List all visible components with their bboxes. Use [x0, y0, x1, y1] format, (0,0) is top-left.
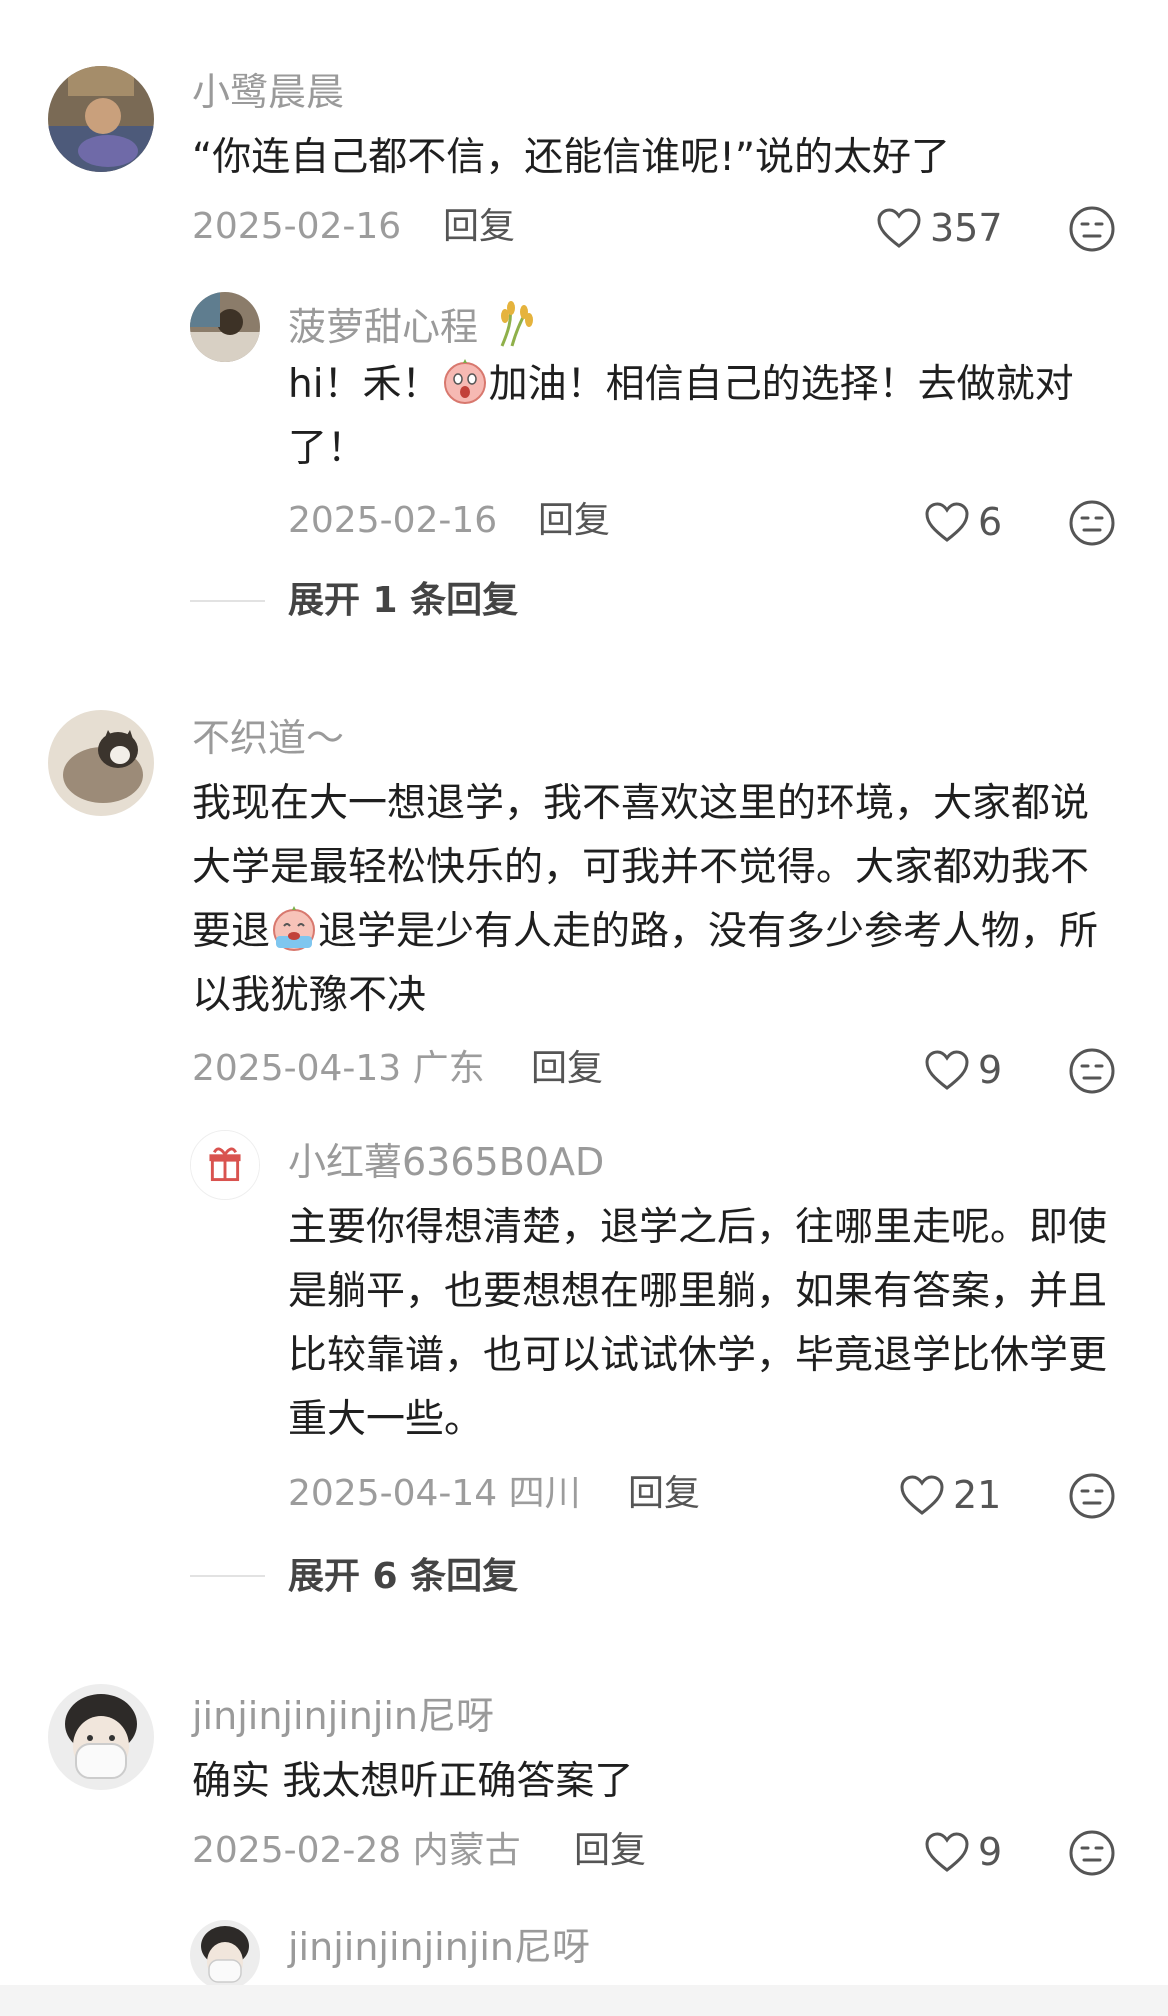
rice-icon: [490, 300, 540, 350]
reply-button[interactable]: 回复: [531, 1051, 603, 1087]
dislike-button[interactable]: [1068, 1472, 1116, 1520]
like-count: 9: [978, 1048, 1003, 1092]
crying-face-emoji: [270, 904, 318, 952]
comment-date: 2025-04-13 广东: [192, 1048, 485, 1089]
like-button[interactable]: 357: [876, 204, 1003, 252]
dislike-button[interactable]: [1068, 205, 1116, 253]
like-button[interactable]: 21: [899, 1471, 1001, 1519]
comment-date: 2025-02-28 内蒙古: [192, 1830, 521, 1871]
reply-text: hi！禾！ 加油！相信自己的选择！去做就对了！: [288, 353, 1114, 481]
avatar[interactable]: [48, 710, 154, 816]
like-button[interactable]: 9: [924, 1828, 1002, 1876]
bottom-edge: [0, 1985, 1168, 2016]
like-count: 357: [930, 206, 1003, 250]
reply-username[interactable]: 菠萝甜心程: [288, 300, 540, 350]
reply-text: 主要你得想清楚，退学之后，往哪里走呢。即使是躺平，也要想想在哪里躺，如果有答案，…: [288, 1205, 1108, 1442]
reply-username[interactable]: 小红薯6365B0AD: [288, 1143, 604, 1181]
like-count: 21: [953, 1473, 1002, 1517]
heart-icon: [925, 1832, 969, 1872]
reply-button[interactable]: 回复: [628, 1476, 700, 1512]
dislike-button[interactable]: [1068, 1829, 1116, 1877]
like-count: 6: [978, 500, 1003, 544]
surprised-face-emoji: [441, 357, 489, 405]
reply-button[interactable]: 回复: [574, 1833, 646, 1869]
avatar[interactable]: [48, 66, 154, 172]
heart-icon: [925, 502, 969, 542]
expand-replies-button[interactable]: 展开 6 条回复: [288, 1559, 518, 1595]
heart-icon: [925, 1050, 969, 1090]
divider: [190, 1575, 265, 1577]
reply-button[interactable]: 回复: [538, 503, 610, 539]
comment-text: 我现在大一想退学，我不喜欢这里的环境，大家都说大学是最轻松快乐的，可我并不觉得。…: [192, 772, 1122, 1028]
meh-face-icon: [1069, 1048, 1115, 1094]
avatar[interactable]: [190, 1920, 260, 1990]
reply-button[interactable]: 回复: [443, 209, 515, 245]
heart-icon: [877, 208, 921, 248]
comment-text: “你连自己都不信，还能信谁呢!”说的太好了: [192, 135, 951, 180]
meh-face-icon: [1069, 1830, 1115, 1876]
comment-username[interactable]: 不织道～: [192, 719, 344, 757]
comment-username[interactable]: jinjinjinjinjin尼呀: [192, 1697, 494, 1735]
reply-text-part: hi！禾！: [288, 362, 441, 407]
like-button[interactable]: 9: [924, 1046, 1002, 1094]
gift-icon: [191, 1131, 259, 1199]
dislike-button[interactable]: [1068, 1047, 1116, 1095]
reply-date: 2025-04-14 四川: [288, 1473, 581, 1514]
like-button[interactable]: 6: [924, 498, 1002, 546]
heart-icon: [900, 1475, 944, 1515]
reply-username-text: 菠萝甜心程: [288, 305, 479, 349]
comment-date: 2025-02-16: [192, 206, 402, 247]
dislike-button[interactable]: [1068, 499, 1116, 547]
avatar[interactable]: [190, 1130, 260, 1200]
meh-face-icon: [1069, 1473, 1115, 1519]
comment-text-part: 退学是少有人走的路，没有多少参考人物，所以我犹豫不决: [192, 909, 1099, 1018]
reply-username[interactable]: jinjinjinjinjin尼呀: [288, 1928, 590, 1966]
divider: [190, 600, 265, 602]
avatar[interactable]: [48, 1684, 154, 1790]
comment-text: 确实 我太想听正确答案了: [192, 1759, 634, 1804]
meh-face-icon: [1069, 206, 1115, 252]
like-count: 9: [978, 1830, 1003, 1874]
comment-username[interactable]: 小鹭晨晨: [192, 73, 344, 111]
reply-date: 2025-02-16: [288, 500, 498, 541]
meh-face-icon: [1069, 500, 1115, 546]
expand-replies-button[interactable]: 展开 1 条回复: [288, 583, 518, 619]
avatar[interactable]: [190, 292, 260, 362]
